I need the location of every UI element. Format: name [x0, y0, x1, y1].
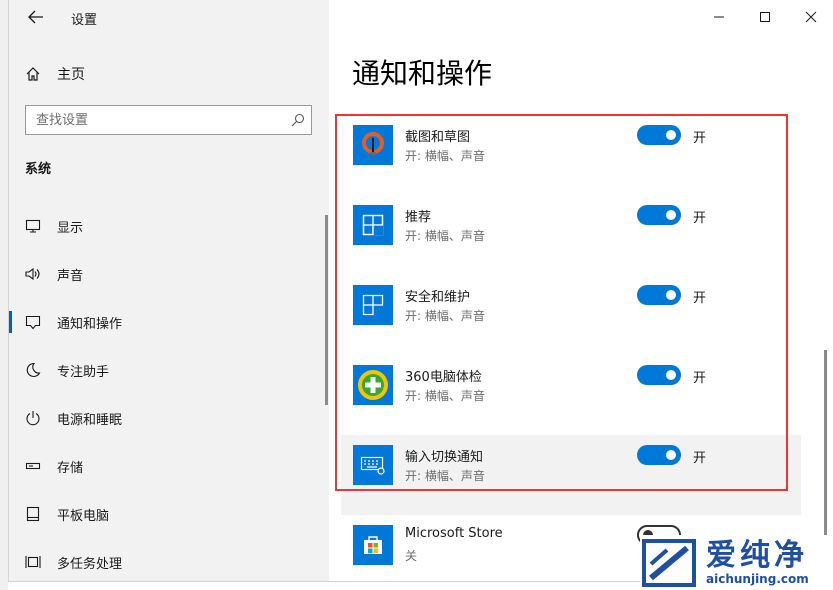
- storage-icon: [9, 458, 57, 474]
- app-name: 推荐: [405, 210, 432, 225]
- section-label: 系统: [25, 162, 52, 177]
- notification-toggle[interactable]: [637, 125, 681, 145]
- snip-sketch-icon: [353, 125, 393, 165]
- desktop-edge: [0, 0, 8, 590]
- list-item[interactable]: 推荐 开: 横幅、声音 开: [341, 195, 801, 275]
- title-bar: 设置: [9, 0, 329, 36]
- home-icon: [9, 66, 57, 82]
- sidebar-item-label: 主页: [57, 67, 85, 83]
- sidebar-item-multitasking[interactable]: 多任务处理: [9, 538, 329, 581]
- sidebar-item-home[interactable]: 主页: [9, 60, 329, 88]
- back-arrow-icon[interactable]: [25, 6, 47, 28]
- toggle-knob: [666, 130, 676, 140]
- sidebar-item-label: 通知和操作: [57, 316, 123, 332]
- sidebar-item-label: 存储: [57, 460, 84, 476]
- app-name: 截图和草图: [405, 130, 471, 145]
- list-item[interactable]: 截图和草图 开: 横幅、声音 开: [341, 115, 801, 195]
- notification-toggle[interactable]: [637, 445, 681, 465]
- window-title: 设置: [71, 13, 98, 28]
- search-box[interactable]: [25, 105, 312, 135]
- sidebar-item-focus-assist[interactable]: 专注助手: [9, 346, 329, 394]
- search-icon[interactable]: [291, 112, 305, 131]
- toggle-knob: [666, 290, 676, 300]
- watermark-brand: 爱纯净: [706, 537, 808, 573]
- notification-toggle[interactable]: [637, 365, 681, 385]
- tile-app-icon: [353, 285, 393, 325]
- tile-app-icon: [353, 205, 393, 245]
- toggle-state-label: 开: [693, 451, 707, 466]
- sidebar-item-tablet[interactable]: 平板电脑: [9, 490, 329, 538]
- app-status-detail: 开: 横幅、声音: [405, 389, 485, 403]
- watermark: 爱纯净 aichunjing.com: [640, 535, 833, 590]
- toggle-knob: [666, 370, 676, 380]
- list-item[interactable]: 360电脑体检 开: 横幅、声音 开: [341, 355, 801, 435]
- app-status-detail: 关: [405, 549, 418, 563]
- app-name: 360电脑体检: [405, 370, 482, 385]
- toggle-state-label: 开: [693, 131, 707, 146]
- app-status-detail: 开: 横幅、声音: [405, 229, 485, 243]
- watermark-logo-icon: [640, 538, 698, 588]
- multitask-icon: [9, 554, 57, 570]
- sidebar-item-storage[interactable]: 存储: [9, 442, 329, 490]
- sidebar-item-power-sleep[interactable]: 电源和睡眠: [9, 394, 329, 442]
- app-status-detail: 开: 横幅、声音: [405, 309, 485, 323]
- power-icon: [9, 410, 57, 426]
- app-status-detail: 开: 横幅、声音: [405, 149, 485, 163]
- toggle-knob: [666, 450, 676, 460]
- sidebar-item-label: 电源和睡眠: [57, 412, 123, 428]
- notification-toggle[interactable]: [637, 285, 681, 305]
- app-notification-list: 截图和草图 开: 横幅、声音 开 推荐 开: 横幅、声音 开 安全和维护 开: …: [341, 115, 801, 581]
- moon-icon: [9, 362, 57, 378]
- monitor-icon: [9, 218, 57, 234]
- toggle-knob: [666, 210, 676, 220]
- sidebar-item-label: 多任务处理: [57, 556, 123, 572]
- list-item[interactable]: 安全和维护 开: 横幅、声音 开: [341, 275, 801, 355]
- notification-toggle[interactable]: [637, 205, 681, 225]
- app-status-detail: 开: 横幅、声音: [405, 469, 485, 483]
- settings-window: 设置 主页 系统 显示: [8, 0, 833, 582]
- app-name: 输入切换通知: [405, 450, 484, 465]
- page-title: 通知和操作: [352, 57, 493, 90]
- sidebar-item-label: 专注助手: [57, 364, 110, 380]
- sidebar-item-sound[interactable]: 声音: [9, 250, 329, 298]
- sidebar-item-label: 显示: [57, 220, 84, 236]
- minimize-button[interactable]: [696, 0, 742, 34]
- toggle-state-label: 开: [693, 211, 707, 226]
- main-content: 通知和操作 截图和草图 开: 横幅、声音 开 推荐 开: 横幅、声音 开 安全和…: [329, 0, 833, 581]
- sidebar-item-display[interactable]: 显示: [9, 202, 329, 250]
- app-name: 安全和维护: [405, 290, 471, 305]
- sidebar-item-label: 平板电脑: [57, 508, 110, 524]
- toggle-state-label: 开: [693, 371, 707, 386]
- 360-icon: [353, 365, 393, 405]
- search-input[interactable]: [26, 106, 276, 134]
- watermark-text: 爱纯净 aichunjing.com: [706, 537, 809, 586]
- close-button[interactable]: [788, 0, 833, 34]
- watermark-url: aichunjing.com: [706, 571, 809, 586]
- sidebar-nav: 显示 声音 通知和操作 专注助手 电源和睡眠 存储 平板电脑 多任务处理: [9, 202, 329, 581]
- sidebar-scrollbar[interactable]: [325, 215, 328, 405]
- window-controls: [696, 0, 833, 34]
- app-name: Microsoft Store: [405, 526, 503, 541]
- notification-icon: [9, 314, 57, 330]
- sidebar-item-notifications[interactable]: 通知和操作: [9, 298, 329, 346]
- toggle-state-label: 开: [693, 291, 707, 306]
- list-item[interactable]: 输入切换通知 开: 横幅、声音 开: [341, 435, 801, 515]
- keyboard-icon: [353, 445, 393, 485]
- tablet-icon: [9, 506, 57, 522]
- speaker-icon: [9, 266, 57, 282]
- maximize-button[interactable]: [742, 0, 788, 34]
- store-icon: [353, 525, 393, 565]
- sidebar: 设置 主页 系统 显示: [9, 0, 329, 581]
- sidebar-item-label: 声音: [57, 268, 84, 284]
